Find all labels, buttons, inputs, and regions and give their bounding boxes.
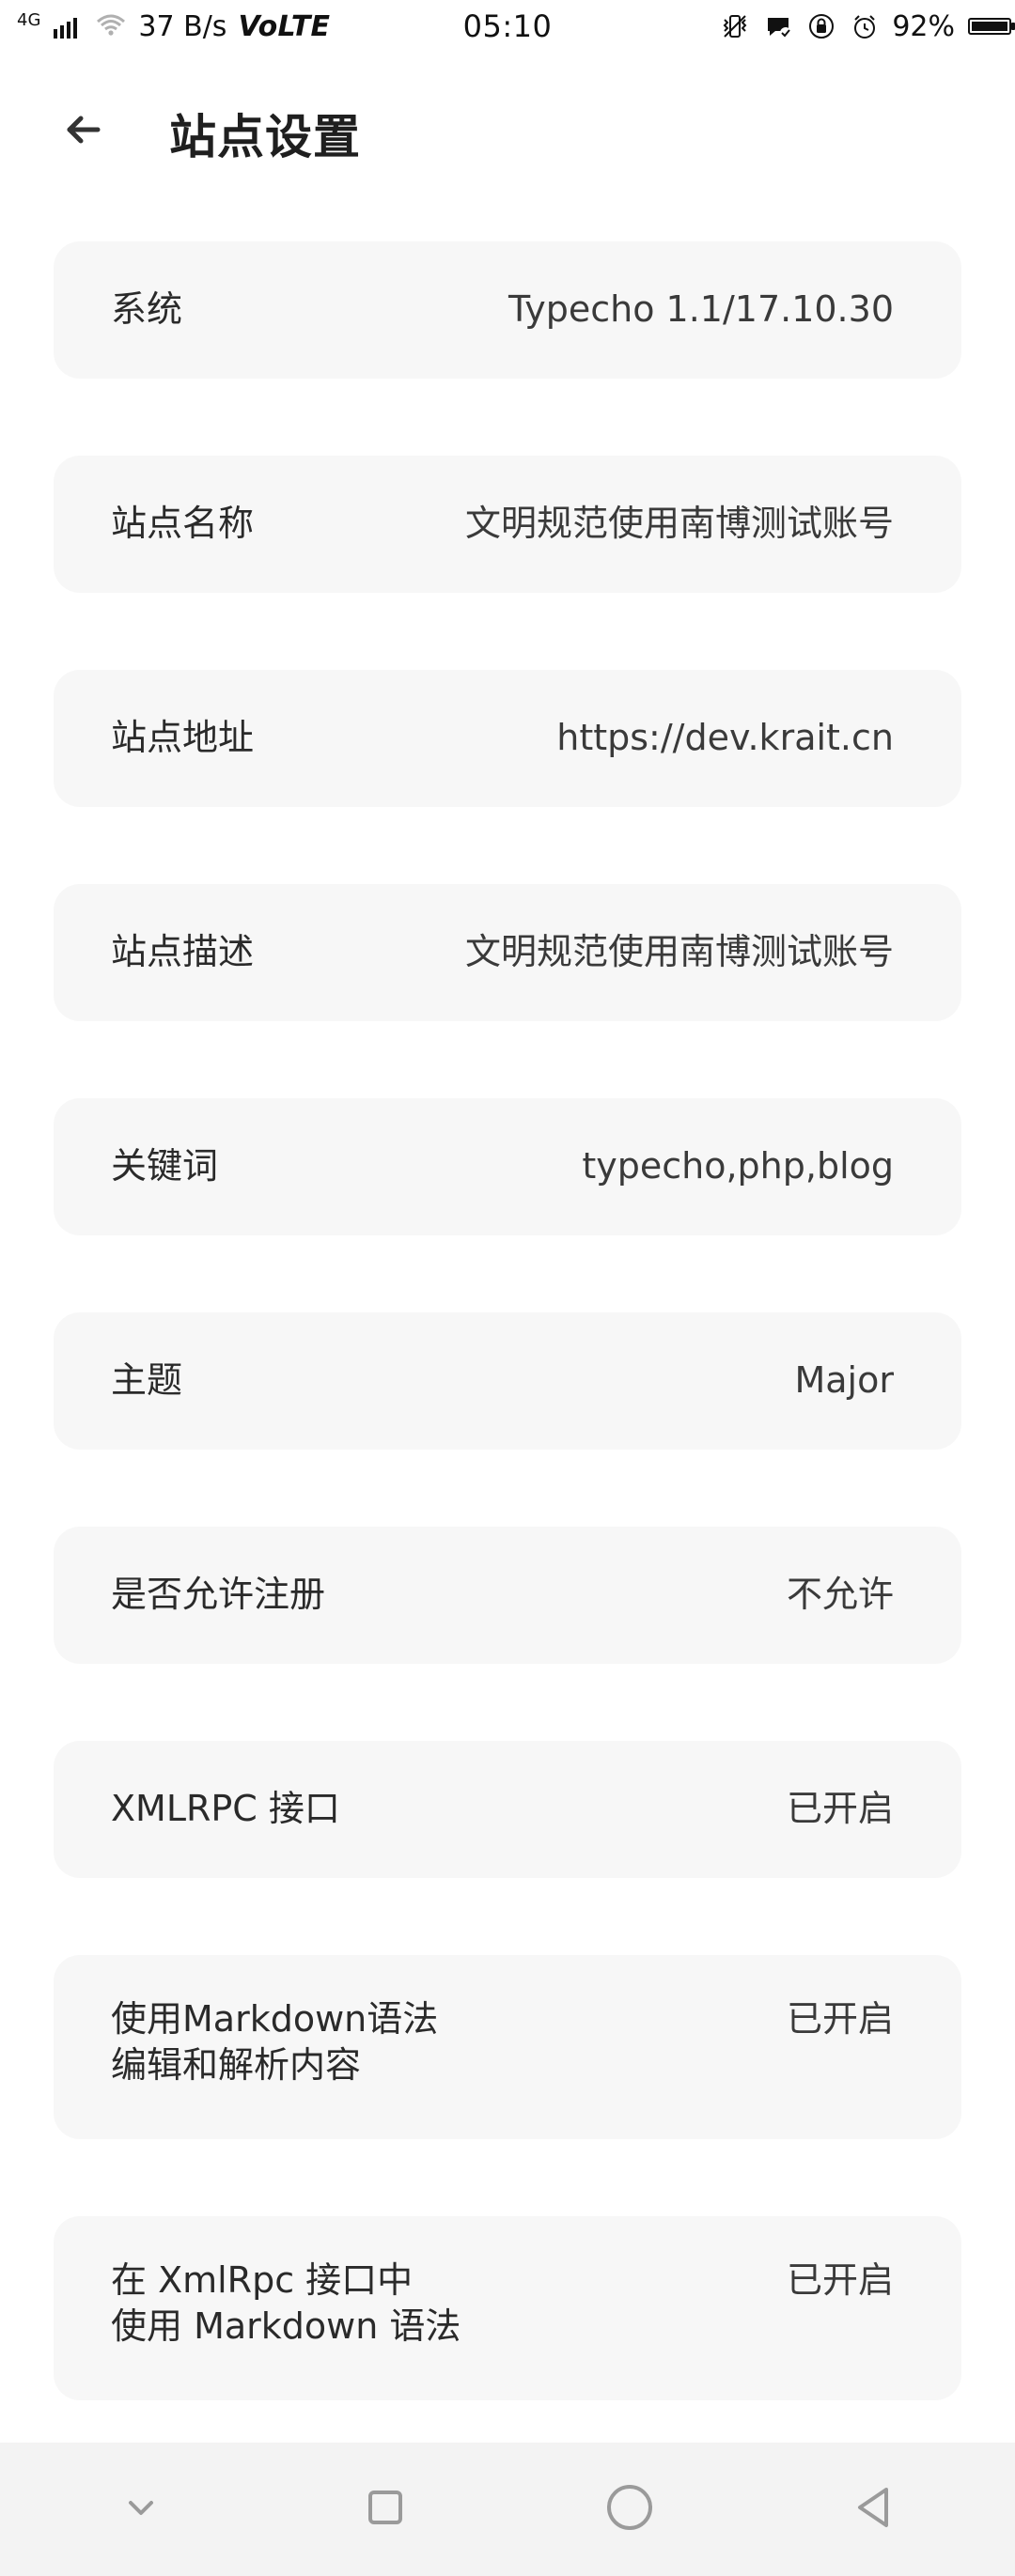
setting-label: 站点名称 [111,503,255,545]
setting-label: 主题 [111,1359,183,1402]
setting-label: 站点描述 [111,931,255,973]
triangle-back-icon [841,2475,907,2544]
back-button[interactable] [56,103,113,160]
battery-icon [966,10,1015,42]
signal-bars-icon [52,10,84,42]
settings-list: 系统 Typecho 1.1/17.10.30 站点名称 文明规范使用南博测试账… [54,241,961,2400]
wifi-icon [95,10,127,42]
setting-row-theme[interactable]: 主题 Major [54,1312,961,1450]
setting-row-system[interactable]: 系统 Typecho 1.1/17.10.30 [54,241,961,379]
setting-value: Major [794,1359,894,1402]
chevron-down-icon [117,2484,164,2535]
setting-value: 文明规范使用南博测试账号 [464,931,894,973]
setting-row-keywords[interactable]: 关键词 typecho,php,blog [54,1098,961,1235]
status-right: 92% [719,9,1015,43]
setting-row-xmlrpc[interactable]: XMLRPC 接口 已开启 [54,1741,961,1878]
app-bar: 站点设置 [0,75,1015,188]
nav-home-button[interactable] [587,2467,672,2552]
arrow-left-icon [56,101,113,162]
setting-value: 已开启 [786,1998,894,2040]
message-icon [762,10,794,42]
setting-row-xmlrpc-markdown[interactable]: 在 XmlRpc 接口中 使用 Markdown 语法 已开启 [54,2216,961,2400]
setting-value: typecho,php,blog [582,1145,894,1187]
nav-recent-button[interactable] [343,2467,428,2552]
setting-row-markdown[interactable]: 使用Markdown语法 编辑和解析内容 已开启 [54,1955,961,2139]
setting-label: XMLRPC 接口 [111,1788,340,1830]
status-bar: 4G 37 B/s VoLTE 05:10 92% [0,0,1015,53]
setting-label: 关键词 [111,1145,219,1187]
setting-value: 不允许 [786,1574,894,1616]
setting-value: Typecho 1.1/17.10.30 [508,288,894,331]
setting-row-allow-register[interactable]: 是否允许注册 不允许 [54,1527,961,1664]
circle-icon [597,2475,663,2544]
setting-value: 已开启 [786,1788,894,1830]
setting-value: 已开启 [786,2259,894,2301]
alarm-icon [849,10,881,42]
volte-indicator: VoLTE [238,9,331,43]
nav-back-button[interactable] [832,2467,916,2552]
setting-label: 站点地址 [111,717,255,759]
setting-label: 在 XmlRpc 接口中 使用 Markdown 语法 [111,2259,461,2348]
network-speed: 37 B/s [138,9,227,43]
setting-value: 文明规范使用南博测试账号 [464,503,894,545]
battery-percent: 92% [892,9,955,43]
setting-label: 使用Markdown语法 编辑和解析内容 [111,1998,439,2087]
setting-value: https://dev.krait.cn [556,717,894,759]
setting-row-site-description[interactable]: 站点描述 文明规范使用南博测试账号 [54,884,961,1021]
nav-down-button[interactable] [99,2467,183,2552]
setting-row-site-name[interactable]: 站点名称 文明规范使用南博测试账号 [54,456,961,593]
setting-label: 系统 [111,288,183,331]
network-gen: 4G [17,10,41,30]
system-navigation-bar [0,2443,1015,2576]
lock-rotation-icon [805,10,837,42]
page-title: 站点设置 [169,110,361,164]
vibrate-icon [719,10,751,42]
setting-row-site-url[interactable]: 站点地址 https://dev.krait.cn [54,670,961,807]
setting-label: 是否允许注册 [111,1574,326,1616]
status-left: 4G 37 B/s VoLTE [17,10,330,43]
square-icon [357,2479,414,2539]
